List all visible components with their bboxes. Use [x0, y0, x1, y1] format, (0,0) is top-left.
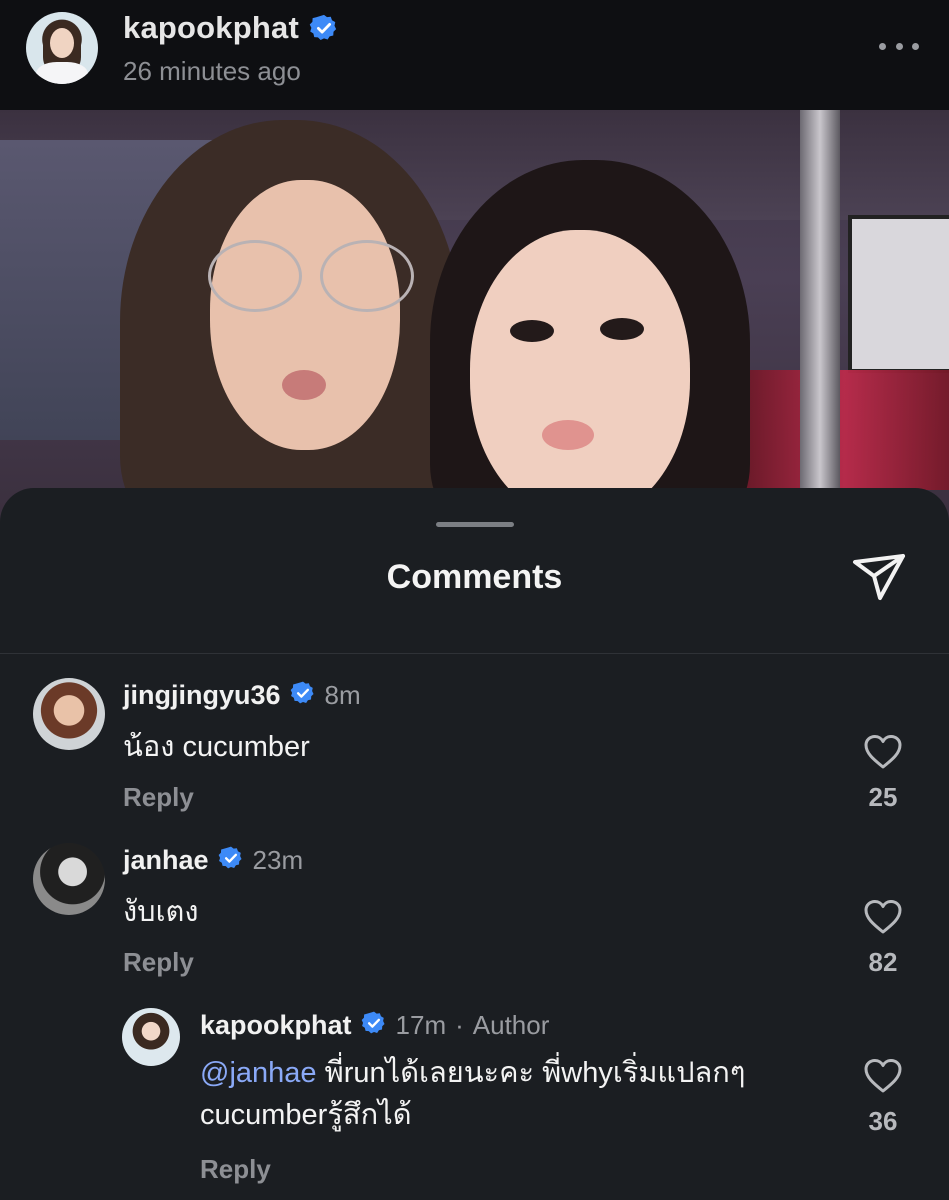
- heart-icon[interactable]: [863, 899, 903, 935]
- commenter-username[interactable]: kapookphat: [200, 1010, 352, 1041]
- mention-link[interactable]: @janhae: [200, 1057, 317, 1089]
- comment-timestamp: 8m: [324, 680, 361, 710]
- reply-item: kapookphat 17m · Author @janhae พี่runได…: [0, 1008, 949, 1198]
- like-count: 36: [868, 1106, 898, 1136]
- comment-item: jingjingyu36 8m น้อง cucumber Reply 25: [0, 678, 949, 828]
- reply-button[interactable]: Reply: [123, 947, 194, 978]
- post-header: kapookphat 26 minutes ago: [0, 0, 949, 110]
- commenter-username[interactable]: jingjingyu36: [123, 680, 281, 711]
- comment-item: janhae 23m งับเตง Reply 82: [0, 843, 949, 993]
- verified-badge-icon: [218, 845, 244, 876]
- author-label: Author: [472, 1010, 550, 1040]
- send-icon[interactable]: [850, 550, 908, 604]
- comments-sheet: Comments jingjingyu36 8m น้อง cucumber R…: [0, 488, 949, 1200]
- like-count: 25: [868, 782, 898, 812]
- author-avatar[interactable]: [26, 12, 98, 84]
- verified-badge-icon: [309, 13, 339, 43]
- comment-text: งับเตง: [123, 896, 199, 928]
- comment-timestamp: 23m: [252, 845, 304, 875]
- sheet-divider: [0, 653, 949, 654]
- post-timestamp: 26 minutes ago: [123, 56, 301, 86]
- reply-button[interactable]: Reply: [200, 1154, 271, 1185]
- verified-badge-icon: [290, 680, 316, 711]
- post-photo[interactable]: [0, 110, 949, 530]
- heart-icon[interactable]: [863, 1058, 903, 1094]
- commenter-avatar[interactable]: [33, 843, 105, 915]
- commenter-username[interactable]: janhae: [123, 845, 209, 876]
- author-username[interactable]: kapookphat: [123, 10, 299, 46]
- reply-button[interactable]: Reply: [123, 782, 194, 813]
- more-options-icon[interactable]: [879, 34, 919, 58]
- comment-timestamp: 17m: [395, 1010, 447, 1040]
- sheet-title: Comments: [386, 558, 563, 596]
- commenter-avatar[interactable]: [33, 678, 105, 750]
- commenter-avatar[interactable]: [122, 1008, 180, 1066]
- heart-icon[interactable]: [863, 734, 903, 770]
- like-count: 82: [868, 947, 898, 977]
- sheet-drag-handle[interactable]: [436, 522, 514, 527]
- meta-separator: ·: [455, 1010, 464, 1040]
- comment-text-line2: cucumberรู้สึกได้: [200, 1099, 412, 1131]
- comment-text: น้อง cucumber: [123, 731, 310, 763]
- author-name-row: kapookphat: [123, 10, 339, 46]
- comment-text-line1: พี่runได้เลยนะคะ พี่whyเริ่มแปลกๆ: [316, 1057, 746, 1089]
- verified-badge-icon: [361, 1010, 387, 1041]
- comment-text: @janhae พี่runได้เลยนะคะ พี่whyเริ่มแปลก…: [200, 1052, 745, 1136]
